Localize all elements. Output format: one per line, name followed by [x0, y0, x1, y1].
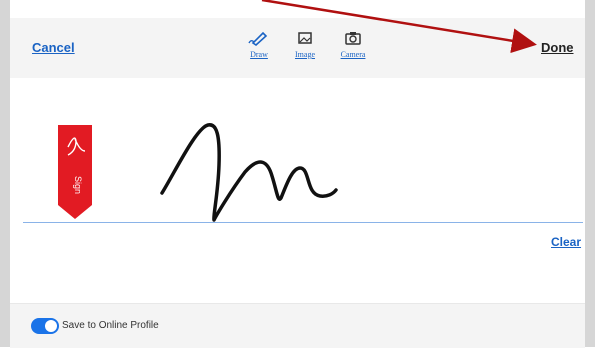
annotation-arrow	[261, 0, 537, 54]
